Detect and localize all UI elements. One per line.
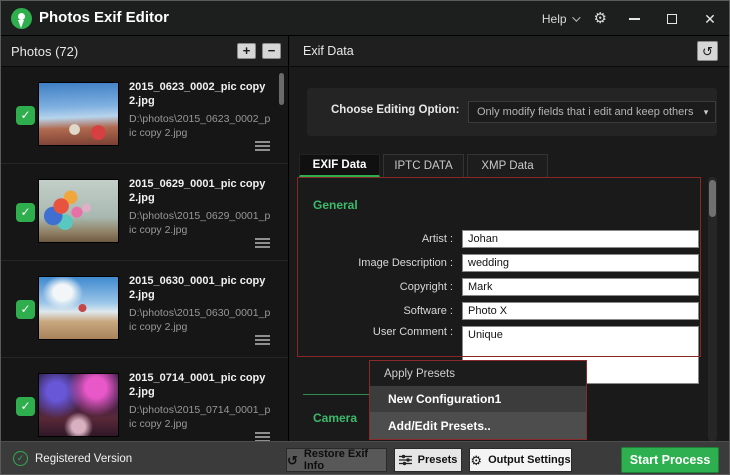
photo-filepath: D:\photos\2015_0630_0001_pic copy 2.jpg: [129, 306, 271, 334]
photo-filepath: D:\photos\2015_0623_0002_pic copy 2.jpg: [129, 112, 271, 140]
exif-data-title: Exif Data: [303, 44, 354, 58]
photo-thumbnail: [38, 276, 119, 340]
section-general: General: [313, 198, 358, 212]
artist-field[interactable]: [462, 230, 699, 248]
section-camera: Camera: [313, 411, 357, 425]
chevron-down-icon: [572, 13, 580, 21]
photo-list-item[interactable]: ✓ 2015_0630_0001_pic copy 2.jpg D:\photo…: [1, 261, 288, 358]
photo-thumbnail: [38, 82, 119, 146]
item-menu-icon[interactable]: [255, 432, 270, 441]
photo-list: ✓ 2015_0623_0002_pic copy 2.jpg D:\photo…: [1, 67, 288, 441]
app-title: Photos Exif Editor: [39, 9, 169, 26]
section-divider: [303, 394, 373, 395]
software-label: Software :: [302, 305, 462, 317]
artist-label: Artist :: [302, 233, 462, 245]
registered-version-label: Registered Version: [35, 453, 132, 465]
minimize-icon: [629, 18, 640, 20]
output-settings-button[interactable]: ⚙ Output Settings: [469, 448, 572, 472]
caret-down-icon: ▾: [697, 107, 715, 118]
help-menu[interactable]: Help: [542, 12, 578, 26]
photo-filepath: D:\photos\2015_0714_0001_pic copy 2.jpg: [129, 403, 271, 431]
photos-sidebar: Photos (72) + − ✓ 2015_0623_0002_pic cop…: [1, 36, 289, 441]
photo-checkbox[interactable]: ✓: [16, 203, 35, 222]
photo-checkbox[interactable]: ✓: [16, 106, 35, 125]
photo-checkbox[interactable]: ✓: [16, 300, 35, 319]
start-process-button[interactable]: Start Process: [621, 447, 719, 473]
tab-iptc-data[interactable]: IPTC DATA: [383, 154, 464, 177]
registered-version: ✓ Registered Version: [13, 451, 132, 466]
photo-filepath: D:\photos\2015_0629_0001_pic copy 2.jpg: [129, 209, 271, 237]
presets-popup-menu: Apply Presets New Configuration1 Add/Edi…: [369, 360, 587, 440]
item-menu-icon[interactable]: [255, 335, 270, 345]
copyright-label: Copyright :: [302, 281, 462, 293]
photo-list-item[interactable]: ✓ 2015_0714_0001_pic copy 2.jpg D:\photo…: [1, 358, 288, 441]
close-button[interactable]: ✕: [699, 8, 721, 30]
presets-menu-header: Apply Presets: [370, 361, 586, 386]
restore-exif-info-button[interactable]: ↺ Restore Exif Info: [286, 448, 387, 472]
exif-panel-scrollbar[interactable]: [708, 177, 717, 441]
photo-checkbox[interactable]: ✓: [16, 397, 35, 416]
photos-header: Photos (72) + −: [1, 36, 288, 67]
editing-option-dropdown[interactable]: Only modify fields that i edit and keep …: [468, 101, 716, 123]
photo-thumbnail: [38, 179, 119, 243]
photo-filename: 2015_0714_0001_pic copy 2.jpg: [129, 371, 271, 400]
maximize-button[interactable]: [661, 8, 683, 30]
image-description-field[interactable]: [462, 254, 699, 272]
tab-xmp-data[interactable]: XMP Data: [467, 154, 548, 177]
remove-photos-button[interactable]: −: [262, 43, 281, 59]
item-menu-icon[interactable]: [255, 141, 270, 151]
image-description-label: Image Description :: [302, 257, 462, 269]
photo-list-item[interactable]: ✓ 2015_0629_0001_pic copy 2.jpg D:\photo…: [1, 164, 288, 261]
editing-option-value: Only modify fields that i edit and keep …: [469, 106, 697, 118]
app-window: Photos Exif Editor Help ⚙ ✕ Photos (72) …: [0, 0, 730, 475]
settings-gear-icon[interactable]: ⚙: [594, 11, 607, 26]
photo-list-item[interactable]: ✓ 2015_0623_0002_pic copy 2.jpg D:\photo…: [1, 67, 288, 164]
photo-filename: 2015_0623_0002_pic copy 2.jpg: [129, 80, 271, 109]
photo-thumbnail: [38, 373, 119, 437]
gear-icon: ⚙: [470, 454, 482, 467]
titlebar: Photos Exif Editor Help ⚙ ✕: [1, 1, 729, 36]
sliders-icon: [399, 454, 412, 466]
presets-menu-item-add-edit[interactable]: Add/Edit Presets..: [370, 412, 586, 439]
minimize-button[interactable]: [623, 8, 645, 30]
app-logo-icon: [11, 8, 32, 29]
maximize-icon: [667, 14, 677, 24]
presets-menu-item-new-configuration[interactable]: New Configuration1: [370, 386, 586, 412]
sidebar-scrollbar[interactable]: [279, 69, 284, 439]
software-field[interactable]: [462, 302, 699, 320]
presets-button[interactable]: Presets: [394, 448, 462, 472]
photo-filename: 2015_0630_0001_pic copy 2.jpg: [129, 274, 271, 303]
tab-exif-data[interactable]: EXIF Data: [299, 154, 380, 177]
refresh-icon[interactable]: ↺: [697, 41, 718, 61]
user-comment-label: User Comment :: [302, 326, 462, 338]
help-label: Help: [542, 12, 567, 26]
photo-filename: 2015_0629_0001_pic copy 2.jpg: [129, 177, 271, 206]
item-menu-icon[interactable]: [255, 238, 270, 248]
photos-count-label: Photos (72): [11, 44, 78, 59]
copyright-field[interactable]: [462, 278, 699, 296]
registered-check-icon: ✓: [13, 451, 28, 466]
choose-editing-option-box: Choose Editing Option: Only modify field…: [307, 88, 717, 136]
choose-editing-option-label: Choose Editing Option:: [331, 104, 459, 116]
restore-icon: ↺: [287, 454, 298, 467]
data-tabs: EXIF Data IPTC DATA XMP Data: [299, 154, 548, 177]
exif-data-header: Exif Data ↺: [290, 36, 730, 67]
statusbar: ✓ Registered Version ↺ Restore Exif Info…: [1, 441, 729, 475]
add-photos-button[interactable]: +: [237, 43, 256, 59]
